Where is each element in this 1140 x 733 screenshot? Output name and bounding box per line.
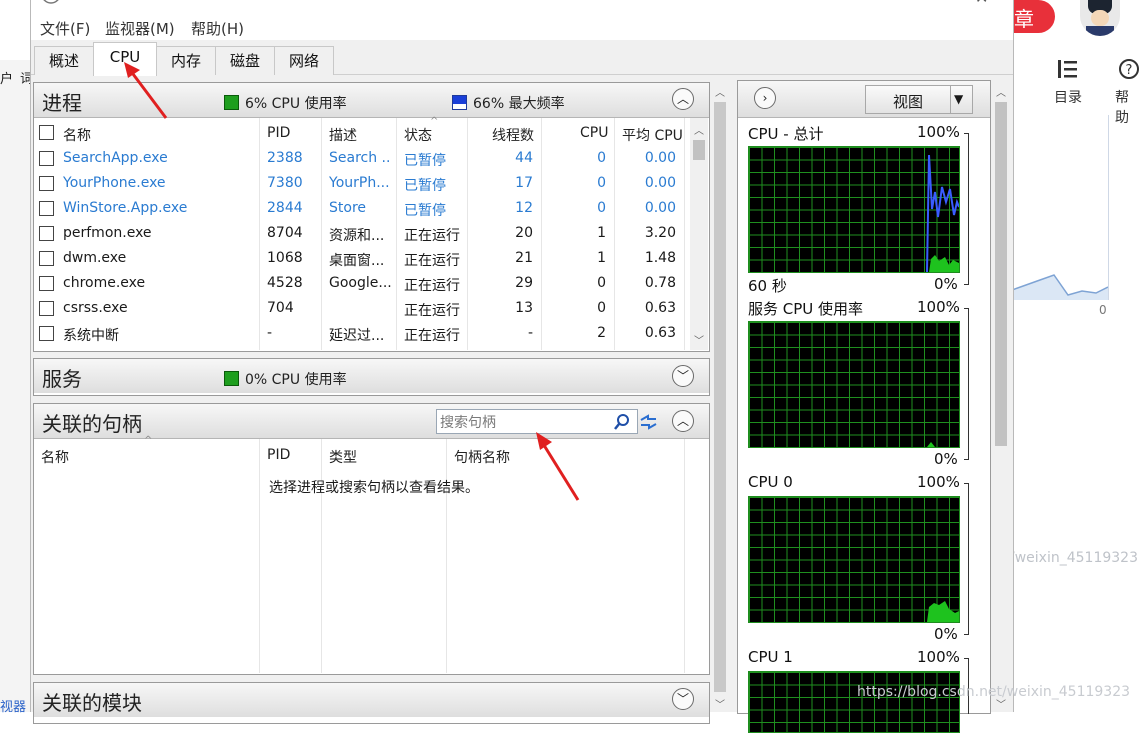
annotation-arrows	[124, 62, 580, 501]
